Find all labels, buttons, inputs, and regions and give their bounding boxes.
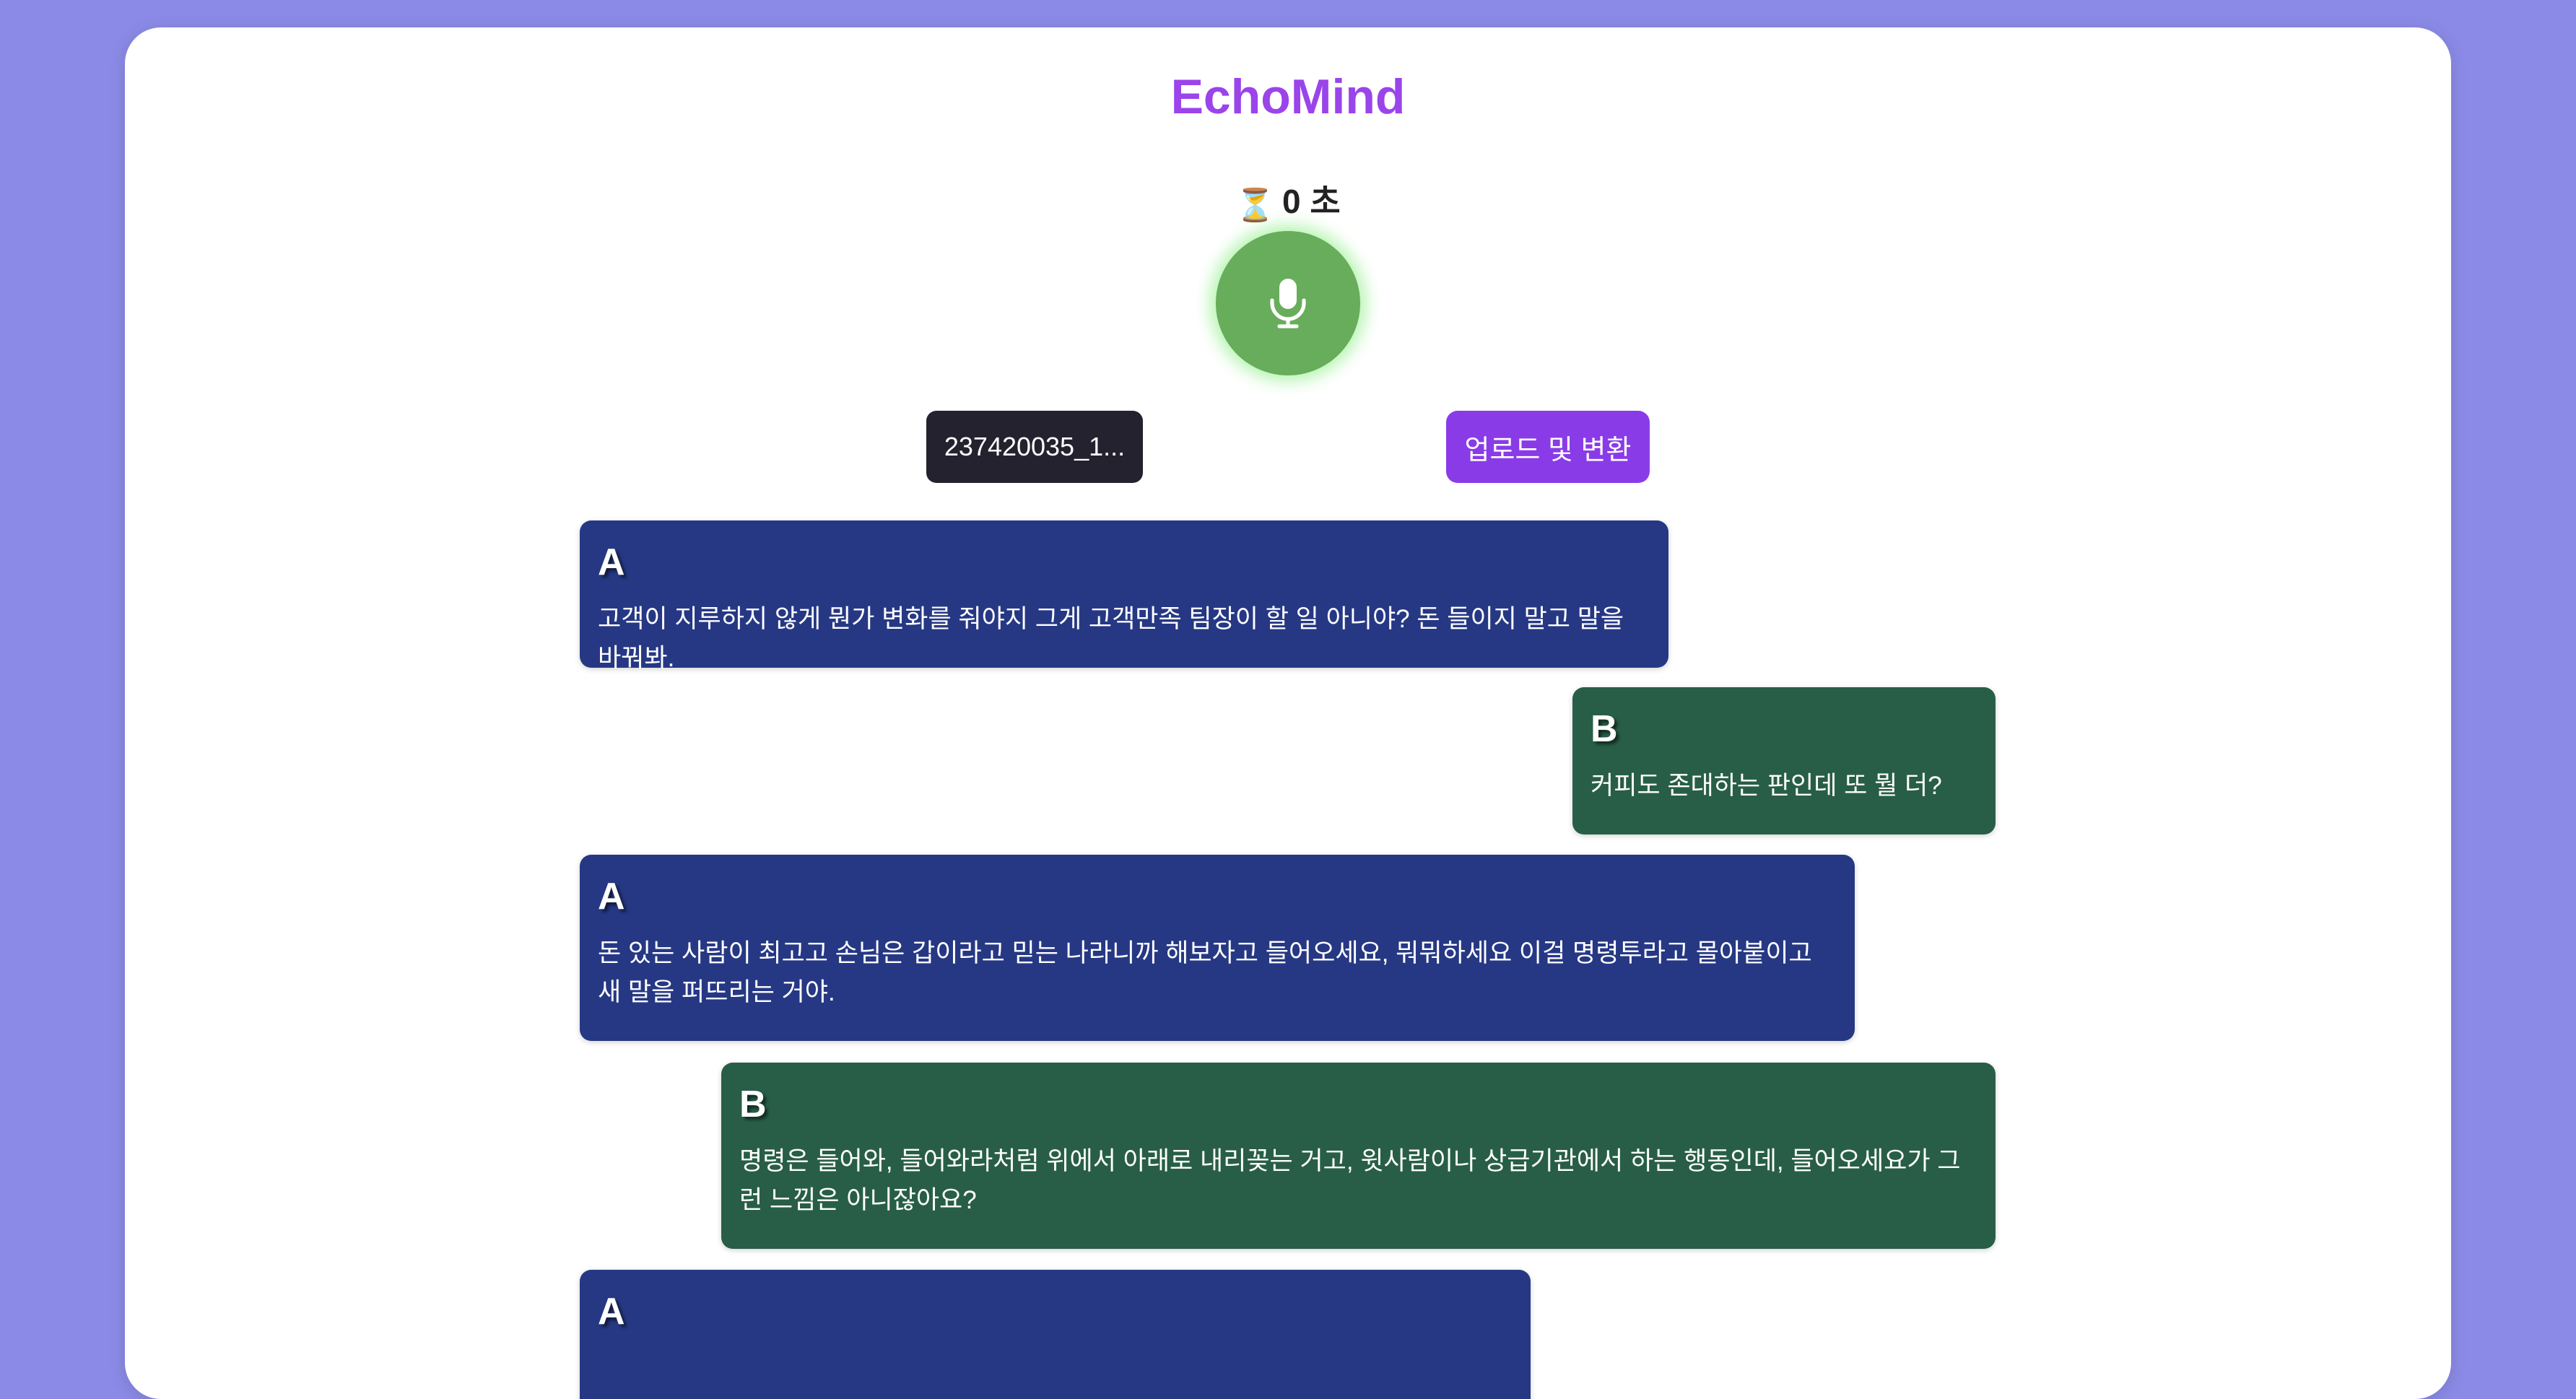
speaker-label: B [739, 1084, 767, 1125]
recording-timer: ⏳ 0 초 [125, 185, 2451, 222]
speaker-label: A [598, 876, 625, 918]
message-bubble-b: B 커피도 존대하는 판인데 또 뭘 더? [1572, 687, 1996, 834]
message-text: 돈 있는 사람이 최고고 손님은 갑이라고 믿는 나라니까 해보자고 들어오세요… [598, 939, 1812, 1006]
speaker-label: A [598, 541, 625, 583]
message-bubble-b: B 명령은 들어와, 들어와라처럼 위에서 아래로 내리꽂는 거고, 윗사람이나… [721, 1063, 1996, 1249]
message-text: 고객이 지루하지 않게 뭔가 변화를 줘야지 그게 고객만족 팀장이 할 일 아… [598, 605, 1624, 672]
message-bubble-a: A [580, 1270, 1531, 1399]
message-text: 명령은 들어와, 들어와라처럼 위에서 아래로 내리꽂는 거고, 윗사람이나 상… [739, 1147, 1961, 1214]
timer-value: 0 초 [1282, 183, 1341, 220]
file-select-button[interactable]: 237420035_1... [926, 411, 1143, 483]
upload-convert-button[interactable]: 업로드 및 변환 [1446, 411, 1650, 483]
record-button[interactable] [1216, 231, 1360, 375]
message-bubble-a: A 돈 있는 사람이 최고고 손님은 갑이라고 믿는 나라니까 해보자고 들어오… [580, 855, 1855, 1041]
app-title: EchoMind [1170, 69, 1406, 124]
speaker-label: B [1591, 708, 1618, 750]
main-card: EchoMind ⏳ 0 초 237420035_1... 업로드 및 변환 A … [125, 27, 2451, 1399]
microphone-icon [1270, 279, 1306, 328]
speaker-label: A [598, 1291, 625, 1333]
hourglass-icon: ⏳ [1235, 188, 1276, 223]
message-text: 커피도 존대하는 판인데 또 뭘 더? [1591, 772, 1942, 800]
message-bubble-a: A 고객이 지루하지 않게 뭔가 변화를 줘야지 그게 고객만족 팀장이 할 일… [580, 520, 1668, 672]
